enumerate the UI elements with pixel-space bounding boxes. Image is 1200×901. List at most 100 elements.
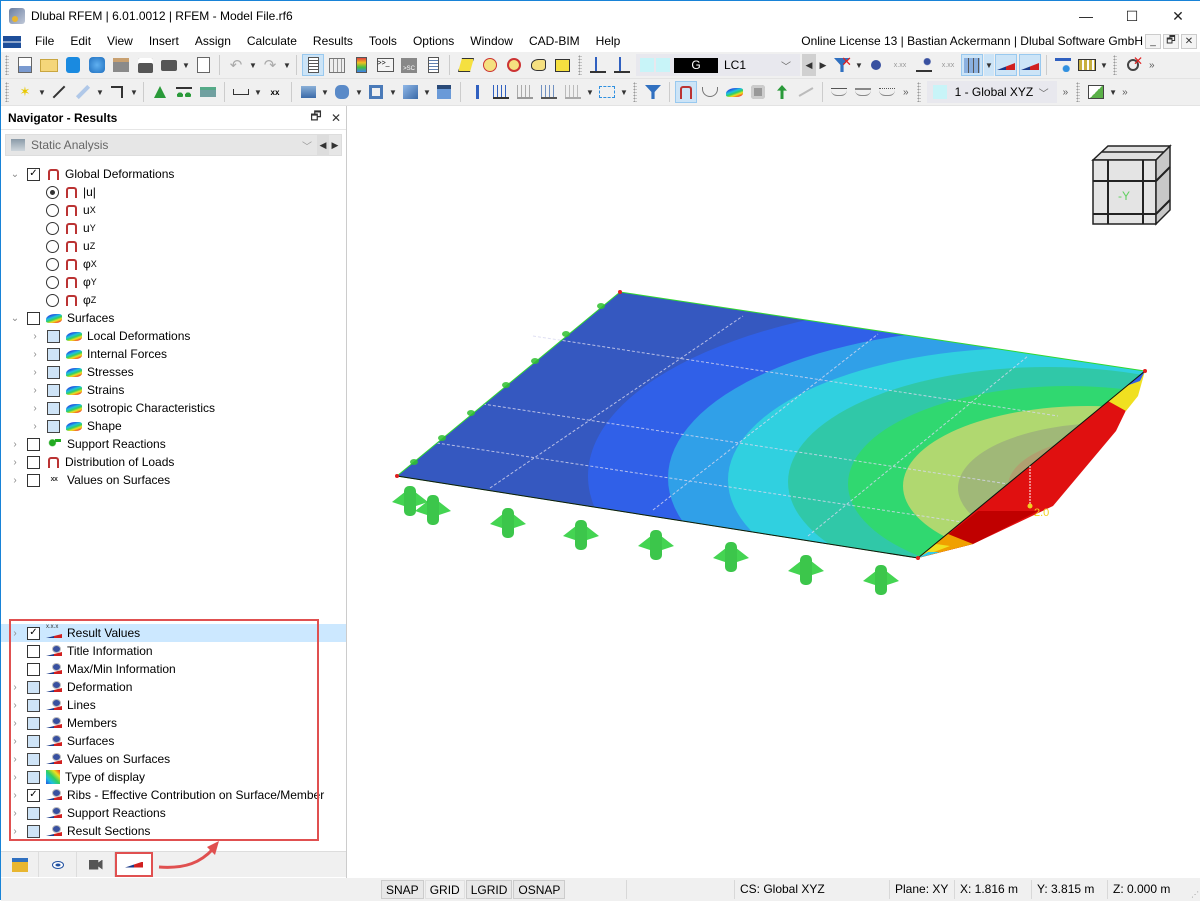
navigator-float-button[interactable]: 🗗 xyxy=(306,107,326,128)
tree-item-support-reactions[interactable]: › Support Reactions xyxy=(1,435,346,453)
view-options-button[interactable] xyxy=(1085,81,1107,103)
view-cube[interactable]: -Y xyxy=(1091,144,1172,226)
osnap-toggle[interactable]: OSNAP xyxy=(513,880,566,899)
support-symbol[interactable] xyxy=(713,542,749,572)
close-button[interactable]: ✕ xyxy=(1155,1,1200,31)
checkbox[interactable] xyxy=(27,311,40,325)
tree-item-isotropic-characteristics[interactable]: › Isotropic Characteristics xyxy=(1,399,346,417)
select-surface-button[interactable] xyxy=(455,54,477,76)
next-load-case-button[interactable]: ▶ xyxy=(816,54,830,76)
new-surface-button[interactable] xyxy=(297,81,319,103)
radio-item-ux[interactable]: uX xyxy=(1,201,346,219)
load-case-selector[interactable]: G LC1 ﹀ xyxy=(636,54,800,76)
toolbar-grip[interactable] xyxy=(5,55,9,75)
tab-views[interactable] xyxy=(77,852,115,877)
free-load-button[interactable] xyxy=(562,81,584,103)
support-marker[interactable] xyxy=(410,459,418,465)
checkbox[interactable] xyxy=(47,365,60,379)
print-dropdown[interactable]: ▼ xyxy=(181,54,191,76)
previous-load-case-button[interactable]: ◀ xyxy=(802,54,816,76)
new-solid-button[interactable] xyxy=(331,81,353,103)
toolbar-grip[interactable] xyxy=(1113,55,1117,75)
console-button[interactable]: >>_ xyxy=(374,54,396,76)
member-load-button[interactable] xyxy=(514,81,536,103)
support-marker[interactable] xyxy=(597,303,605,309)
toolbar-overflow-icon[interactable]: » xyxy=(1063,87,1069,98)
mesh-dropdown[interactable]: ▼ xyxy=(984,54,994,76)
mesh-results-button[interactable] xyxy=(961,54,983,76)
show-result-lines-button[interactable] xyxy=(795,81,817,103)
menu-window[interactable]: Window xyxy=(462,31,521,52)
lgrid-toggle[interactable]: LGRID xyxy=(465,880,513,899)
imposed-load-dropdown[interactable]: ▼ xyxy=(619,81,629,103)
support-marker[interactable] xyxy=(562,331,570,337)
section-dropdown[interactable]: ▼ xyxy=(422,81,432,103)
result-table-button[interactable] xyxy=(1076,54,1098,76)
display-results-button[interactable] xyxy=(995,54,1017,76)
checkbox[interactable] xyxy=(47,401,60,415)
radio-item-uy[interactable]: uY xyxy=(1,219,346,237)
checkbox[interactable] xyxy=(47,347,60,361)
support-symbol[interactable] xyxy=(490,508,526,538)
checkbox[interactable] xyxy=(47,383,60,397)
menu-results[interactable]: Results xyxy=(305,31,361,52)
support-marker[interactable] xyxy=(502,382,510,388)
support-marker[interactable] xyxy=(438,435,446,441)
checkbox[interactable]: ✓ xyxy=(27,167,40,181)
new-block-button[interactable] xyxy=(433,81,455,103)
checkbox[interactable] xyxy=(27,437,40,451)
tree-item-values-on-surfaces[interactable]: › xx Values on Surfaces xyxy=(1,471,346,489)
select-point-button[interactable] xyxy=(479,54,501,76)
web-service-button[interactable] xyxy=(86,54,108,76)
toolbar-overflow-icon[interactable]: » xyxy=(903,87,909,98)
free-load-dropdown[interactable]: ▼ xyxy=(585,81,595,103)
result-settings-button[interactable] xyxy=(1052,54,1074,76)
radio-button[interactable] xyxy=(46,293,59,307)
checkbox[interactable] xyxy=(27,473,40,487)
mdi-minimize-button[interactable]: _ xyxy=(1145,34,1161,49)
member-diagram-2-button[interactable] xyxy=(852,81,874,103)
menu-tools[interactable]: Tools xyxy=(361,31,405,52)
polyline-dropdown[interactable]: ▼ xyxy=(129,81,139,103)
nodal-load-button[interactable] xyxy=(466,81,488,103)
radio-button[interactable] xyxy=(46,203,59,217)
tab-results[interactable] xyxy=(115,852,153,877)
select-circle-button[interactable] xyxy=(503,54,525,76)
new-document-button[interactable] xyxy=(192,54,214,76)
save-button[interactable] xyxy=(134,54,156,76)
filter-dropdown[interactable]: ▼ xyxy=(854,54,864,76)
new-load-case-button[interactable] xyxy=(587,54,609,76)
result-values-button[interactable]: x.xx xyxy=(889,54,911,76)
expand-chevron-icon[interactable]: ⌄ xyxy=(9,313,21,324)
print-report-button[interactable] xyxy=(110,54,132,76)
view-options-dropdown[interactable]: ▼ xyxy=(1108,81,1118,103)
tree-item-stresses[interactable]: › Stresses xyxy=(1,363,346,381)
support-symbol[interactable] xyxy=(788,555,824,585)
document-menu-icon[interactable] xyxy=(3,35,21,48)
model-rendering[interactable]: 2.0 -Y xyxy=(348,106,1200,878)
radio-button[interactable] xyxy=(46,239,59,253)
menu-help[interactable]: Help xyxy=(588,31,629,52)
new-line-button[interactable] xyxy=(48,81,70,103)
show-results-button[interactable] xyxy=(865,54,887,76)
show-solids-button[interactable] xyxy=(747,81,769,103)
expand-chevron-icon[interactable]: › xyxy=(9,457,21,468)
navigator-close-button[interactable]: ✕ xyxy=(326,111,346,125)
resize-grip-icon[interactable]: ⋰ xyxy=(1191,890,1199,899)
toolbar-grip[interactable] xyxy=(633,82,637,102)
support-symbol[interactable] xyxy=(638,530,674,560)
checkbox[interactable] xyxy=(47,329,60,343)
menu-edit[interactable]: Edit xyxy=(62,31,99,52)
toolbar-grip[interactable] xyxy=(578,55,582,75)
reaction-values-button[interactable]: x.xx xyxy=(937,54,959,76)
expand-chevron-icon[interactable]: › xyxy=(29,421,41,432)
imposed-load-button[interactable] xyxy=(596,81,618,103)
node[interactable] xyxy=(1143,369,1147,373)
opening-dropdown[interactable]: ▼ xyxy=(388,81,398,103)
tree-item-surfaces[interactable]: ⌄ Surfaces xyxy=(1,309,346,327)
menu-file[interactable]: File xyxy=(27,31,62,52)
show-deformation-button[interactable] xyxy=(675,81,697,103)
expand-chevron-icon[interactable]: › xyxy=(9,439,21,450)
new-model-button[interactable] xyxy=(14,54,36,76)
menu-cad-bim[interactable]: CAD-BIM xyxy=(521,31,588,52)
